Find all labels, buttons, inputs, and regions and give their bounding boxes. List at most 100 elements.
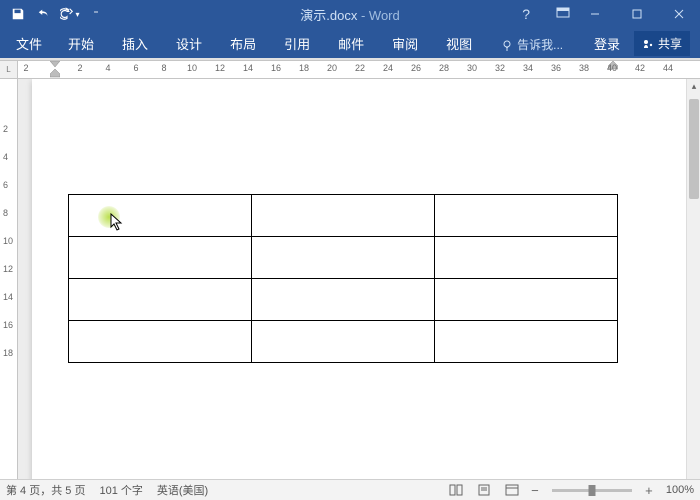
vruler-mark: 18: [3, 348, 13, 358]
table-cell[interactable]: [252, 279, 435, 321]
horizontal-ruler[interactable]: L 2 2 4 6 8 10 12 14 16 18 20 22 24 26 2…: [0, 61, 700, 79]
ruler-mark: 42: [635, 63, 645, 73]
ruler-mark: 12: [215, 63, 225, 73]
word-count-status[interactable]: 101 个字: [99, 482, 142, 498]
status-right: − + 100%: [444, 481, 694, 499]
table-row[interactable]: [69, 321, 618, 363]
zoom-slider[interactable]: [552, 489, 632, 492]
vruler-mark: 10: [3, 236, 13, 246]
tab-file[interactable]: 文件: [4, 29, 54, 58]
ruler-mark: 20: [327, 63, 337, 73]
table-cell[interactable]: [435, 237, 618, 279]
table-row[interactable]: [69, 279, 618, 321]
ribbon-display-icon: [556, 7, 570, 19]
table-cell[interactable]: [69, 195, 252, 237]
undo-button[interactable]: [32, 2, 56, 26]
ribbon-right: 登录 共享: [586, 29, 696, 58]
web-layout-icon: [505, 484, 519, 496]
table-cell[interactable]: [252, 237, 435, 279]
hanging-indent-marker[interactable]: [50, 69, 60, 78]
ruler-mark: 24: [383, 63, 393, 73]
vruler-mark: 2: [3, 124, 8, 134]
vertical-scrollbar[interactable]: ▴ ▾: [686, 79, 700, 493]
minimize-button[interactable]: [574, 0, 616, 28]
tab-references[interactable]: 引用: [270, 29, 324, 58]
zoom-slider-thumb[interactable]: [588, 485, 595, 496]
table-cell[interactable]: [252, 321, 435, 363]
ruler-mark: 22: [355, 63, 365, 73]
tell-me-search[interactable]: 告诉我...: [496, 31, 568, 58]
table-row[interactable]: [69, 195, 618, 237]
vruler-mark: 16: [3, 320, 13, 330]
close-icon: [674, 9, 684, 19]
ruler-mark: 8: [161, 63, 166, 73]
work-area: 2 4 6 8 10 12 14 16 18: [0, 79, 700, 493]
app-name-sep: -: [357, 8, 369, 23]
table-cell[interactable]: [69, 279, 252, 321]
ruler-track: 2 2 4 6 8 10 12 14 16 18 20 22 24 26 28 …: [18, 61, 700, 78]
ruler-mark: 28: [439, 63, 449, 73]
tab-home[interactable]: 开始: [54, 29, 108, 58]
page-count-status[interactable]: 第 4 页，共 5 页: [6, 482, 85, 498]
redo-button[interactable]: ▾: [58, 2, 82, 26]
zoom-in-button[interactable]: +: [642, 483, 656, 498]
document-table[interactable]: [68, 194, 618, 363]
maximize-button[interactable]: [616, 0, 658, 28]
share-button[interactable]: 共享: [634, 31, 690, 56]
ruler-mark: 2: [77, 63, 82, 73]
table-cell[interactable]: [435, 321, 618, 363]
vertical-ruler[interactable]: 2 4 6 8 10 12 14 16 18: [0, 79, 18, 493]
ruler-mark: 26: [411, 63, 421, 73]
undo-icon: [37, 7, 51, 21]
ruler-mark: 4: [105, 63, 110, 73]
vruler-mark: 4: [3, 152, 8, 162]
web-layout-button[interactable]: [500, 481, 524, 499]
ruler-mark: 32: [495, 63, 505, 73]
ribbon-tabs: 文件 开始 插入 设计 布局 引用 邮件 审阅 视图 告诉我... 登录 共享: [0, 28, 700, 58]
mouse-cursor-icon: [110, 213, 124, 231]
document-name: 演示.docx: [300, 8, 357, 23]
document-page[interactable]: [32, 79, 692, 493]
ruler-mark: 6: [133, 63, 138, 73]
signin-button[interactable]: 登录: [586, 29, 628, 58]
ruler-corner: L: [0, 61, 18, 79]
scroll-thumb[interactable]: [689, 99, 699, 199]
ruler-mark: 30: [467, 63, 477, 73]
status-bar: 第 4 页，共 5 页 101 个字 英语(美国) − + 100%: [0, 479, 700, 500]
zoom-level[interactable]: 100%: [666, 484, 694, 496]
tab-layout[interactable]: 布局: [216, 29, 270, 58]
print-layout-button[interactable]: [472, 481, 496, 499]
redo-icon: [60, 7, 74, 21]
dropdown-caret-icon: ▾: [75, 10, 79, 19]
title-bar: ▾ ⁼ 演示.docx - Word ?: [0, 0, 700, 28]
window-controls: [574, 0, 700, 28]
first-line-indent-marker[interactable]: [50, 61, 60, 68]
tab-mailings[interactable]: 邮件: [324, 29, 378, 58]
page-content: [68, 194, 618, 363]
maximize-icon: [632, 9, 642, 19]
language-status[interactable]: 英语(美国): [157, 482, 208, 498]
document-viewport[interactable]: [18, 79, 700, 493]
tab-design[interactable]: 设计: [162, 29, 216, 58]
quick-access-toolbar: ▾ ⁼: [0, 2, 108, 26]
table-cell[interactable]: [435, 195, 618, 237]
close-button[interactable]: [658, 0, 700, 28]
table-cell[interactable]: [252, 195, 435, 237]
read-mode-button[interactable]: [444, 481, 468, 499]
tell-me-label: 告诉我...: [517, 36, 563, 53]
save-button[interactable]: [6, 2, 30, 26]
ruler-mark: 14: [243, 63, 253, 73]
table-cell[interactable]: [69, 237, 252, 279]
qat-customize-button[interactable]: ⁼: [84, 2, 108, 26]
tab-review[interactable]: 审阅: [378, 29, 432, 58]
tab-insert[interactable]: 插入: [108, 29, 162, 58]
table-cell[interactable]: [435, 279, 618, 321]
tab-view[interactable]: 视图: [432, 29, 486, 58]
table-cell[interactable]: [69, 321, 252, 363]
help-button[interactable]: ?: [522, 6, 530, 22]
zoom-out-button[interactable]: −: [528, 483, 542, 498]
scroll-up-button[interactable]: ▴: [687, 79, 700, 93]
table-row[interactable]: [69, 237, 618, 279]
ruler-mark: 10: [187, 63, 197, 73]
ribbon-display-options-button[interactable]: [556, 7, 570, 22]
